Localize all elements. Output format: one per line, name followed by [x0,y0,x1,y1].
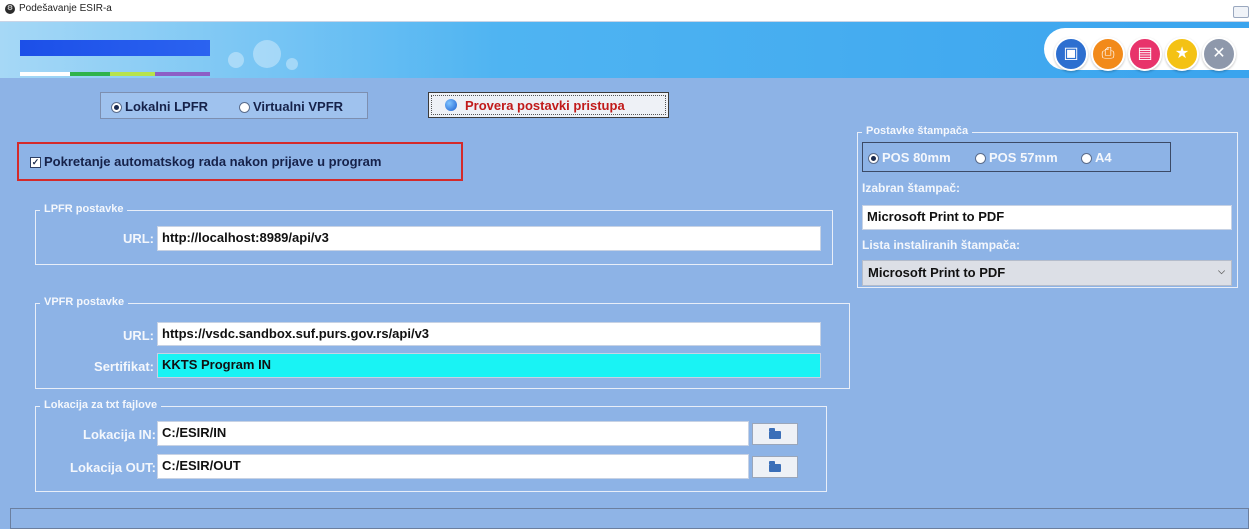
close-button[interactable]: ✕ [1202,37,1236,71]
window-titlebar: ⚙ Podešavanje ESIR-a [0,0,1249,22]
header-banner: ▣ ⎙ ▤ ★ ✕ [0,22,1249,78]
radio-pos-57mm[interactable]: POS 57mm [975,150,1058,165]
lpfr-url-label: URL: [122,231,154,246]
lpfr-settings-group: LPFR postavke URL: http://localhost:8989… [35,203,833,265]
save-button[interactable]: ▣ [1054,37,1088,71]
app-icon: ⚙ [5,4,15,14]
vpfr-group-title: VPFR postavke [40,296,129,308]
print-icon: ⎙ [1101,45,1115,62]
txt-location-group: Lokacija za txt fajlove Lokacija IN: C:/… [35,399,827,492]
printer-list-value: Microsoft Print to PDF [868,265,1006,280]
radio-label: Lokalni LPFR [125,99,209,114]
radio-label: POS 57mm [989,150,1058,165]
radio-off-icon [239,102,250,114]
vpfr-url-field[interactable]: https://vsdc.sandbox.suf.purs.gov.rs/api… [157,322,821,346]
selected-printer-field[interactable]: Microsoft Print to PDF [862,205,1232,230]
printer-list-select[interactable]: Microsoft Print to PDF ⌵ [862,260,1232,286]
folder-icon [769,460,781,472]
favorite-button[interactable]: ★ [1165,37,1199,71]
browse-in-button[interactable] [752,423,798,445]
radio-off-icon [975,153,986,165]
vpfr-cert-field[interactable]: KKTS Program IN [157,353,821,378]
banner-bubble [253,40,281,68]
printer-settings-group: Postavke štampača POS 80mm POS 57mm A4 I… [857,125,1238,288]
autostart-highlight: ✓ Pokretanje automatskog rada nakon prija… [17,142,463,181]
globe-icon [445,99,457,111]
banner-strip [110,72,155,76]
txt-out-field[interactable]: C:/ESIR/OUT [157,454,749,479]
banner-strip [70,72,110,76]
checkbox-checked-icon: ✓ [30,157,41,169]
printer-list-label: Lista instaliranih štampača: [862,238,1021,252]
radio-label: Virtualni VPFR [253,99,344,114]
lpfr-url-field[interactable]: http://localhost:8989/api/v3 [157,226,821,251]
star-icon: ★ [1174,45,1190,62]
banner-bubble [228,52,244,68]
printer-group-title: Postavke štampača [862,125,973,137]
close-icon: ✕ [1212,45,1226,62]
radio-label: POS 80mm [882,150,951,165]
selected-printer-label: Izabran štampač: [862,181,961,195]
toolbar: ▣ ⎙ ▤ ★ ✕ [1044,28,1249,71]
radio-off-icon [1081,153,1092,165]
check-access-label: Provera postavki pristupa [465,98,625,113]
print-button[interactable]: ⎙ [1091,37,1125,71]
browse-out-button[interactable] [752,456,798,478]
vpfr-cert-label: Sertifikat: [94,359,154,374]
window-title: Podešavanje ESIR-a [19,3,112,14]
chevron-down-icon: ⌵ [1218,266,1225,276]
txt-in-field[interactable]: C:/ESIR/IN [157,421,749,446]
delete-button[interactable]: ▤ [1128,37,1162,71]
autostart-checkbox[interactable]: ✓ Pokretanje automatskog rada nakon prija… [30,154,381,169]
radio-virtualni-vpfr[interactable]: Virtualni VPFR [239,99,343,114]
check-access-button[interactable]: Provera postavki pristupa [428,92,669,118]
banner-bubble [286,58,298,70]
autostart-label: Pokretanje automatskog rada nakon prijav… [44,154,382,169]
banner-logo-bar [20,40,210,56]
radio-lokalni-lpfr[interactable]: Lokalni LPFR [111,99,208,114]
save-icon: ▣ [1063,45,1079,62]
radio-label: A4 [1095,150,1112,165]
vpfr-url-label: URL: [122,328,154,343]
folder-icon [769,427,781,439]
radio-pos-80mm[interactable]: POS 80mm [868,150,951,165]
vpfr-settings-group: VPFR postavke URL: https://vsdc.sandbox.… [35,296,850,389]
minimize-button[interactable] [1233,6,1249,18]
status-bar [10,508,1249,529]
radio-on-icon [868,153,879,165]
banner-strip [20,72,70,76]
txt-in-label: Lokacija IN: [83,427,156,442]
mode-selector: Lokalni LPFR Virtualni VPFR [100,92,368,119]
txt-out-label: Lokacija OUT: [70,460,156,475]
radio-a4[interactable]: A4 [1081,150,1112,165]
lpfr-group-title: LPFR postavke [40,203,128,215]
printer-format-selector: POS 80mm POS 57mm A4 [862,142,1171,172]
banner-strip [155,72,210,76]
delete-icon: ▤ [1137,45,1153,62]
radio-on-icon [111,102,122,114]
txt-group-title: Lokacija za txt fajlove [40,399,162,411]
